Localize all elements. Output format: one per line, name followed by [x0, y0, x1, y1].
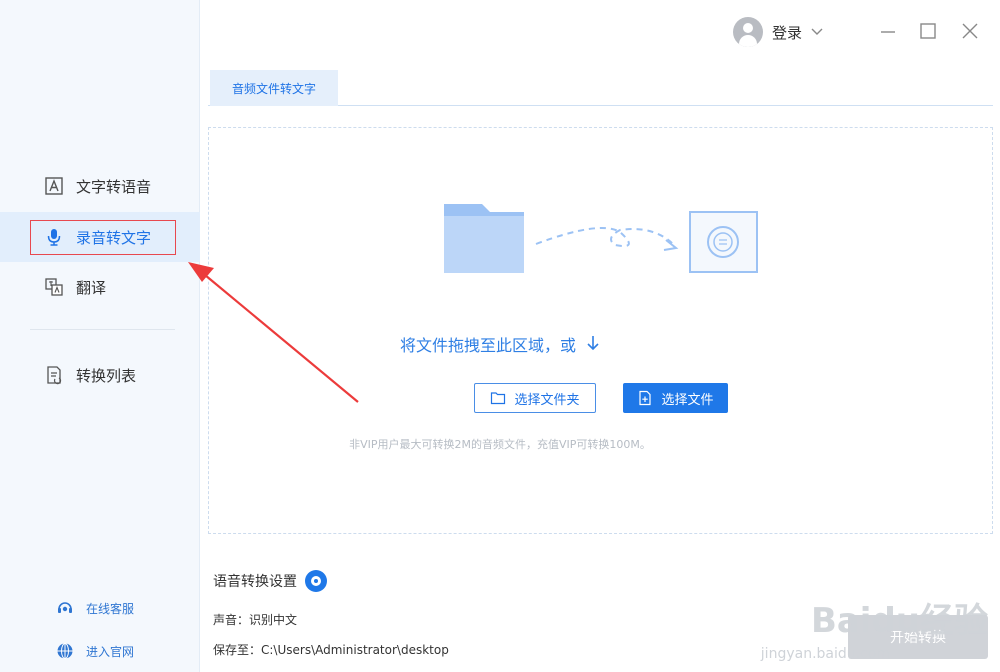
add-file-icon: [637, 390, 653, 406]
online-support-label: 在线客服: [86, 601, 135, 616]
chevron-down-icon: [810, 23, 824, 41]
select-folder-label: 选择文件夹: [514, 392, 580, 408]
sidebar-item-speech-to-text[interactable]: 录音转文字: [0, 212, 200, 262]
watermark-logo: Baidu经验: [810, 601, 988, 641]
voice-setting: 声音：识别中文: [213, 613, 298, 627]
globe-icon: [56, 642, 74, 660]
gear-icon[interactable]: [305, 570, 327, 592]
select-folder-button[interactable]: 选择文件夹: [474, 383, 596, 413]
arrow-down-icon: [586, 335, 600, 355]
text-a-icon: [44, 176, 64, 196]
select-file-label: 选择文件: [661, 392, 714, 408]
convert-list-icon: [44, 365, 64, 385]
minimize-button[interactable]: [875, 18, 901, 44]
maximize-button[interactable]: [915, 18, 941, 44]
settings-title-text: 语音转换设置: [213, 574, 297, 590]
sidebar-item-convert-list[interactable]: 转换列表: [0, 350, 200, 400]
sidebar-item-translate[interactable]: 翻译: [0, 262, 200, 312]
translate-icon: [44, 277, 64, 297]
close-button[interactable]: [957, 18, 983, 44]
official-website-label: 进入官网: [86, 644, 135, 659]
official-website-link[interactable]: 进入官网: [56, 639, 134, 663]
online-support-link[interactable]: 在线客服: [56, 596, 134, 620]
select-file-button[interactable]: 选择文件: [623, 383, 728, 413]
sidebar-item-text-to-speech[interactable]: 文字转语音: [0, 161, 200, 211]
settings-title: 语音转换设置: [213, 570, 327, 592]
sidebar-divider: [30, 329, 175, 330]
avatar: [733, 17, 763, 47]
sidebar-item-label: 翻译: [76, 278, 107, 297]
sidebar-item-label: 转换列表: [76, 366, 137, 385]
close-icon: [962, 23, 978, 39]
login-label: 登录: [772, 23, 803, 42]
login-dropdown[interactable]: 登录: [733, 15, 824, 49]
file-drop-zone[interactable]: [208, 127, 993, 534]
folder-icon: [490, 390, 506, 406]
drop-prompt-text: 将文件拖拽至此区域，或: [399, 336, 576, 355]
maximize-icon: [920, 23, 936, 39]
watermark-url: jingyan.baidu.com: [760, 646, 890, 662]
save-path-setting: 保存至：C:\Users\Administrator\desktop: [213, 643, 449, 657]
minimize-icon: [881, 31, 895, 33]
tab-audio-to-text[interactable]: 音频文件转文字: [210, 70, 338, 106]
drop-prompt: 将文件拖拽至此区域，或: [0, 332, 1000, 356]
headset-icon: [56, 599, 74, 617]
vip-hint: 非VIP用户最大可转换2M的音频文件，充值VIP可转换100M。: [349, 438, 651, 451]
sidebar-item-label: 文字转语音: [76, 177, 152, 196]
microphone-icon: [44, 227, 64, 247]
